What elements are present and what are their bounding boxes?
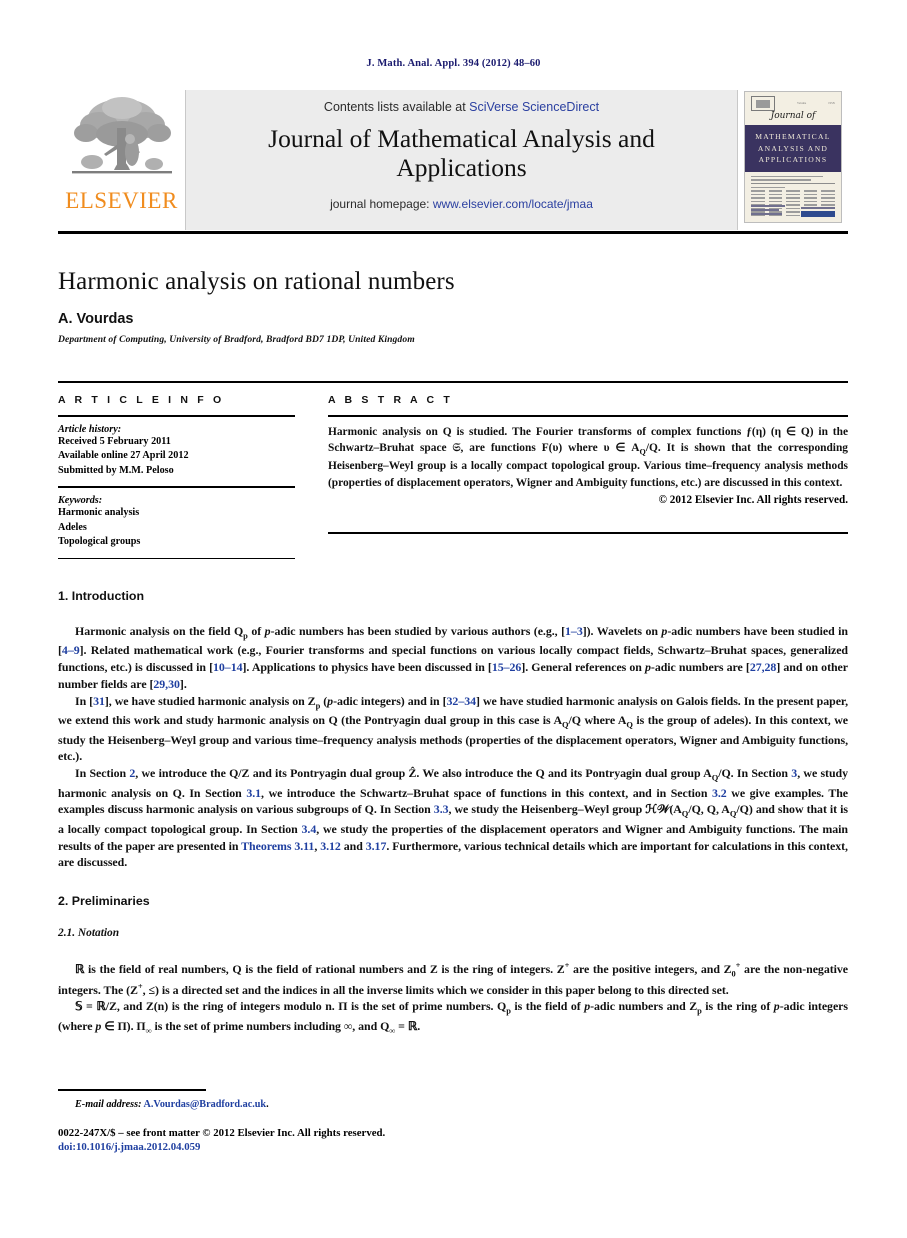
page-title: Harmonic analysis on rational numbers bbox=[58, 268, 455, 295]
abstract-column: A B S T R A C T Harmonic analysis on Q i… bbox=[328, 394, 848, 559]
article-info-rule-bottom bbox=[58, 557, 295, 560]
notation-paragraph-1: ℝ is the field of real numbers, Q is the… bbox=[58, 960, 849, 997]
subsection-heading-notation: 2.1. Notation bbox=[58, 927, 120, 940]
contents-prefix: Contents lists available at bbox=[323, 100, 470, 114]
contents-available-line: Contents lists available at SciVerse Sci… bbox=[324, 100, 599, 114]
notation-paragraph-2: 𝕊 = ℝ/Z, and Z(n) is the ring of integer… bbox=[58, 999, 848, 1036]
citation-link[interactable]: 4–9 bbox=[62, 643, 80, 657]
abstract-heading: A B S T R A C T bbox=[328, 394, 453, 406]
issn-line: 0022-247X/$ – see front matter © 2012 El… bbox=[58, 1126, 386, 1139]
citation-link[interactable]: 31 bbox=[93, 694, 105, 708]
journal-cover-thumbnail: Volume ISSN Journal of MATHEMATICAL ANAL… bbox=[744, 91, 842, 223]
section-link[interactable]: 3.2 bbox=[712, 786, 727, 800]
section-heading-preliminaries: 2. Preliminaries bbox=[58, 894, 150, 909]
article-history-heading: Article history: bbox=[58, 424, 122, 435]
publisher-logo-block: ELSEVIER bbox=[58, 90, 185, 230]
footnote-issn-block: 0022-247X/$ – see front matter © 2012 El… bbox=[58, 1126, 848, 1155]
author-name: A. Vourdas bbox=[58, 311, 134, 327]
cover-issn-text: ISSN bbox=[828, 102, 835, 105]
keyword-item: Adeles bbox=[58, 521, 87, 533]
email-label: E-mail address: bbox=[75, 1098, 142, 1110]
footnote-email-line: E-mail address: A.Vourdas@Bradford.ac.uk… bbox=[75, 1098, 269, 1110]
doi-link[interactable]: doi:10.1016/j.jmaa.2012.04.059 bbox=[58, 1140, 848, 1155]
cover-topbar: Volume ISSN bbox=[751, 96, 835, 111]
citation-link[interactable]: 15–26 bbox=[492, 660, 522, 674]
cover-band-line-1: MATHEMATICAL bbox=[755, 131, 831, 141]
abstract-copyright: © 2012 Elsevier Inc. All rights reserved… bbox=[658, 494, 848, 507]
homepage-prefix: journal homepage: bbox=[330, 197, 433, 212]
intro-paragraph-3: In Section 2, we introduce the Q/Z and i… bbox=[58, 766, 849, 870]
keyword-item: Topological groups bbox=[58, 536, 141, 548]
column-gap bbox=[295, 394, 328, 559]
elsevier-tree-logo bbox=[71, 97, 172, 174]
theorem-link[interactable]: Theorems 3.11 bbox=[241, 839, 314, 853]
journal-homepage-link[interactable]: www.elsevier.com/locate/jmaa bbox=[433, 197, 593, 211]
article-history-received: Received 5 February 2011 bbox=[58, 436, 171, 447]
masthead-bottom-rule bbox=[58, 231, 848, 234]
intro-paragraph-1: Harmonic analysis on the field Qp of p-a… bbox=[58, 624, 848, 692]
journal-title: Journal of Mathematical Analysis and App… bbox=[268, 124, 655, 182]
citation-link[interactable]: 27,28 bbox=[750, 660, 777, 674]
cover-volume-text: Volume bbox=[797, 102, 807, 105]
keyword-item: Harmonic analysis bbox=[58, 507, 140, 519]
footnote-rule bbox=[58, 1089, 206, 1091]
section-link[interactable]: 3.4 bbox=[302, 822, 317, 836]
citation-link[interactable]: 32–34 bbox=[447, 694, 477, 708]
body-content: 1. Introduction Harmonic analysis on the… bbox=[58, 589, 848, 1037]
cover-footer bbox=[751, 205, 835, 217]
cover-band-line-3: APPLICATIONS bbox=[758, 155, 828, 165]
abstract-rule-bottom bbox=[328, 532, 848, 535]
section-heading-introduction: 1. Introduction bbox=[58, 589, 145, 603]
paper-page: J. Math. Anal. Appl. 394 (2012) 48–60 EL… bbox=[0, 0, 907, 1238]
section-link[interactable]: 3.3 bbox=[434, 802, 449, 816]
journal-masthead: ELSEVIER Contents lists available at Sci… bbox=[58, 90, 848, 230]
intro-paragraph-2: In [31], we have studied harmonic analys… bbox=[58, 693, 848, 764]
journal-band: Contents lists available at SciVerse Sci… bbox=[185, 90, 738, 230]
cover-band-line-2: ANALYSIS AND bbox=[757, 143, 829, 153]
email-link[interactable]: A.Vourdas@Bradford.ac.uk bbox=[144, 1099, 267, 1110]
article-history-group: Article history: Received 5 February 201… bbox=[58, 417, 295, 486]
info-abstract-row: A R T I C L E I N F O Article history: R… bbox=[58, 394, 848, 560]
cover-script-title: Journal of bbox=[770, 111, 816, 121]
page-footnote: E-mail address: A.Vourdas@Bradford.ac.uk… bbox=[58, 1089, 848, 1155]
elsevier-wordmark: ELSEVIER bbox=[65, 188, 178, 213]
citation-link[interactable]: 10–14 bbox=[213, 660, 243, 674]
keywords-group: Keywords: Harmonic analysis Adeles Topol… bbox=[58, 488, 295, 557]
keywords-heading: Keywords: bbox=[58, 495, 103, 507]
article-history-submitted: Submitted by M.M. Peloso bbox=[58, 464, 174, 476]
citation-link[interactable]: 1–3 bbox=[565, 624, 583, 638]
cover-elsevier-mark bbox=[751, 96, 775, 111]
cover-sciencedirect-badge bbox=[801, 211, 835, 217]
article-info-heading: A R T I C L E I N F O bbox=[58, 394, 225, 406]
article-history-online: Available online 27 April 2012 bbox=[58, 450, 189, 462]
cover-title-band: MATHEMATICAL ANALYSIS AND APPLICATIONS bbox=[745, 125, 841, 172]
journal-homepage-line: journal homepage: www.elsevier.com/locat… bbox=[330, 197, 593, 211]
sciencedirect-link[interactable]: SciVerse ScienceDirect bbox=[469, 100, 599, 114]
running-head: J. Math. Anal. Appl. 394 (2012) 48–60 bbox=[366, 58, 541, 69]
abstract-rule-top bbox=[328, 415, 848, 417]
article-info-column: A R T I C L E I N F O Article history: R… bbox=[58, 394, 295, 560]
author-affiliation: Department of Computing, University of B… bbox=[58, 334, 415, 345]
citation-link[interactable]: 29,30 bbox=[153, 677, 180, 691]
theorem-link[interactable]: 3.12 bbox=[320, 839, 341, 853]
info-top-rule bbox=[58, 381, 848, 383]
journal-cover-block: Volume ISSN Journal of MATHEMATICAL ANAL… bbox=[738, 90, 848, 230]
abstract-text: Harmonic analysis on Q is studied. The F… bbox=[328, 424, 848, 491]
article-title-block: Harmonic analysis on rational numbers A.… bbox=[58, 268, 848, 345]
theorem-link[interactable]: 3.17 bbox=[366, 839, 387, 853]
section-link[interactable]: 3.1 bbox=[246, 786, 261, 800]
